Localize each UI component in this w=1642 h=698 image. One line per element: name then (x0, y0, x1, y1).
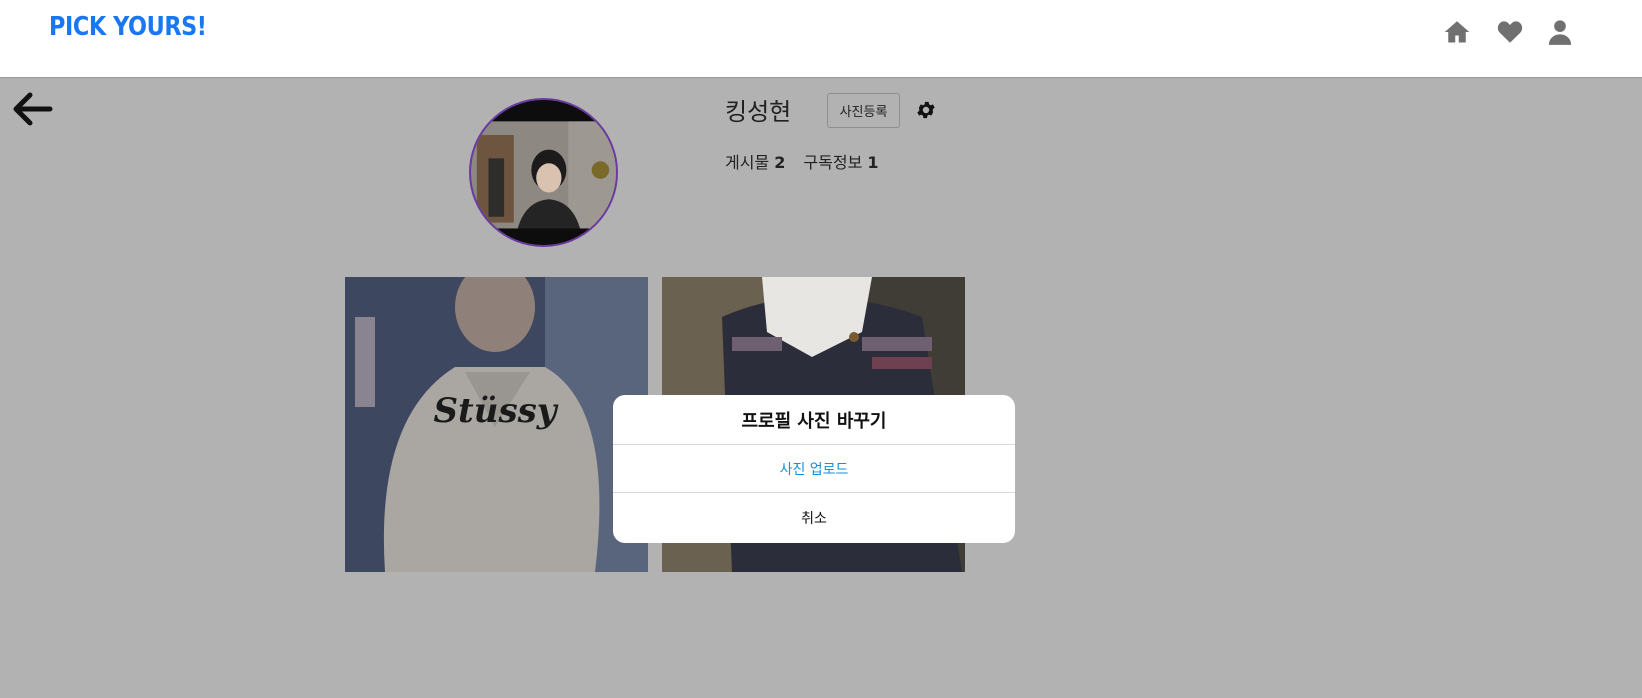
cancel-option[interactable]: 취소 (613, 493, 1015, 542)
home-icon[interactable] (1443, 18, 1471, 46)
top-navbar: PICK YOURS! (0, 0, 1642, 78)
change-profile-photo-modal: 프로필 사진 바꾸기 사진 업로드 취소 (613, 395, 1015, 543)
gear-icon[interactable] (915, 99, 937, 121)
brand-logo[interactable]: PICK YOURS! (49, 12, 207, 42)
posts-label: 게시물 (725, 153, 770, 172)
post-thumbnail-1[interactable]: Stüssy (345, 277, 648, 572)
modal-title: 프로필 사진 바꾸기 (613, 395, 1015, 445)
upload-photo-option[interactable]: 사진 업로드 (613, 445, 1015, 493)
posts-count: 2 (774, 153, 786, 172)
svg-text:Stüssy: Stüssy (433, 391, 558, 431)
back-arrow-icon[interactable] (12, 91, 54, 127)
profile-avatar[interactable] (469, 98, 618, 247)
subscriptions-count: 1 (867, 153, 879, 172)
subscriptions-label: 구독정보 (803, 153, 863, 172)
subscriptions-stat[interactable]: 구독정보 1 (803, 149, 878, 173)
posts-stat: 게시물 2 (725, 149, 785, 173)
upload-photo-button[interactable]: 사진등록 (827, 93, 900, 128)
heart-icon[interactable] (1496, 18, 1524, 46)
user-icon[interactable] (1546, 18, 1574, 46)
profile-stats: 게시물 2 구독정보 1 (725, 149, 879, 173)
profile-username: 킹성현 (725, 98, 792, 126)
